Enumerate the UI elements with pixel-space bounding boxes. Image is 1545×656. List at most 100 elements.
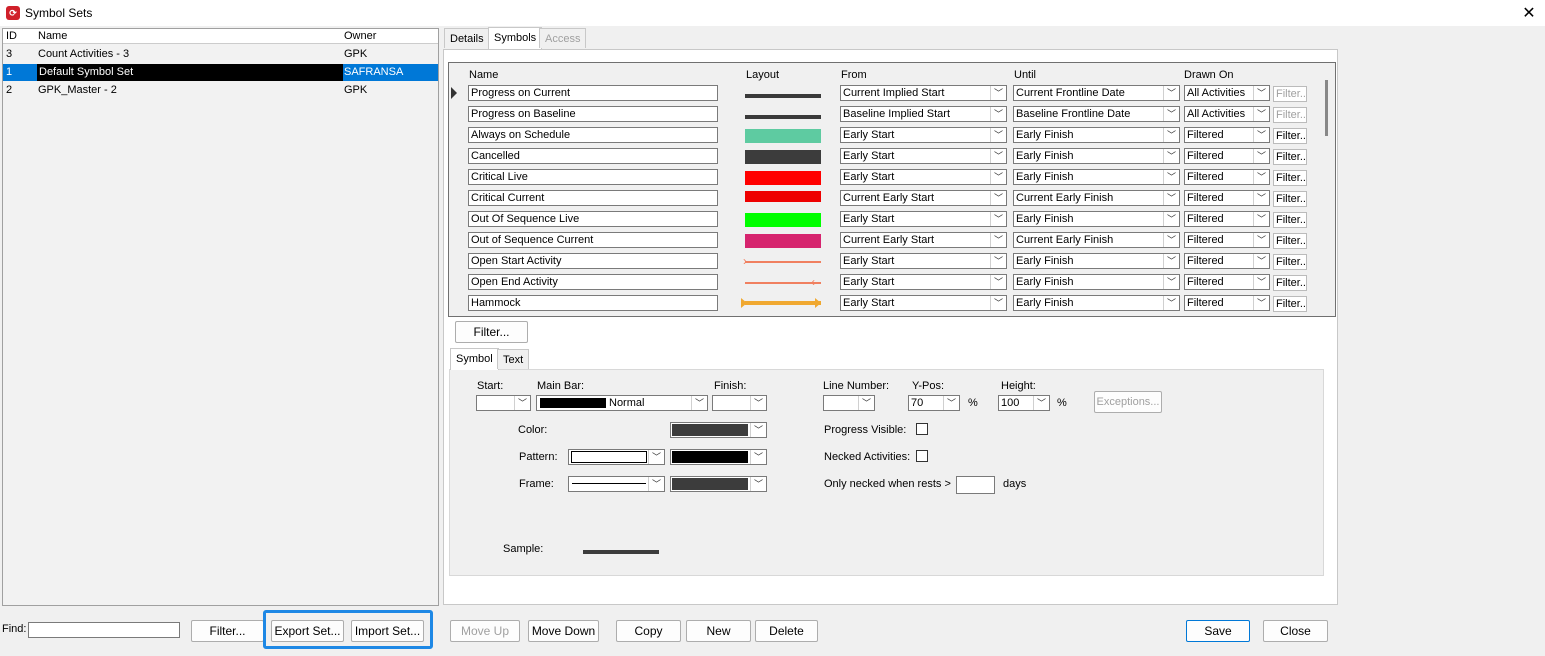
ypos-select[interactable]: 70 ﹀ — [908, 395, 960, 411]
column-header-name[interactable]: Name — [38, 30, 67, 42]
grid-column-until[interactable]: Until — [1014, 69, 1036, 81]
progress-visible-checkbox[interactable] — [916, 423, 928, 435]
copy-button[interactable]: Copy — [616, 620, 681, 642]
finish-select[interactable]: ﹀ — [712, 395, 767, 411]
until-select[interactable]: Early Finish ﹀ — [1013, 148, 1180, 164]
grid-scrollbar-thumb[interactable] — [1325, 80, 1328, 136]
symbol-name-input[interactable]: Always on Schedule — [468, 127, 718, 143]
close-button[interactable]: Close — [1263, 620, 1328, 642]
find-input[interactable] — [28, 622, 180, 638]
drawn-on-select[interactable]: All Activities ﹀ — [1184, 106, 1270, 122]
save-button[interactable]: Save — [1186, 620, 1250, 642]
grid-column-name[interactable]: Name — [469, 69, 498, 81]
from-select[interactable]: Early Start ﹀ — [840, 148, 1007, 164]
set-row[interactable]: 2 GPK_Master - 2 GPK — [3, 82, 438, 99]
necked-rests-input[interactable] — [956, 476, 995, 494]
symbol-row[interactable]: Critical Live Early Start ﹀ Early Finish ﹀ Fi… — [449, 167, 1319, 188]
symbol-name-input[interactable]: Critical Live — [468, 169, 718, 185]
grid-column-from[interactable]: From — [841, 69, 867, 81]
symbol-row[interactable]: Hammock Early Start ﹀ Early Finish ﹀ Filtered… — [449, 293, 1319, 314]
from-select[interactable]: Early Start ﹀ — [840, 127, 1007, 143]
until-select[interactable]: Baseline Frontline Date ﹀ — [1013, 106, 1180, 122]
symbol-name-input[interactable]: Critical Current — [468, 190, 718, 206]
move-down-button[interactable]: Move Down — [528, 620, 599, 642]
row-filter-button[interactable]: Filter... — [1273, 170, 1307, 186]
set-row-selected[interactable]: 1 Default Symbol Set SAFRANSA — [3, 64, 438, 81]
until-select[interactable]: Current Early Finish ﹀ — [1013, 232, 1180, 248]
start-select[interactable]: ﹀ — [476, 395, 531, 411]
from-select[interactable]: Early Start ﹀ — [840, 253, 1007, 269]
from-select[interactable]: Current Early Start ﹀ — [840, 232, 1007, 248]
until-select[interactable]: Early Finish ﹀ — [1013, 127, 1180, 143]
tab-text[interactable]: Text — [497, 349, 530, 369]
symbol-row[interactable]: Out of Sequence Current Current Early Sta… — [449, 230, 1319, 251]
drawn-on-select[interactable]: Filtered ﹀ — [1184, 169, 1270, 185]
drawn-on-select[interactable]: Filtered ﹀ — [1184, 211, 1270, 227]
symbol-row[interactable]: Cancelled Early Start ﹀ Early Finish ﹀ Filter… — [449, 146, 1319, 167]
drawn-on-select[interactable]: Filtered ﹀ — [1184, 190, 1270, 206]
pattern-color-select[interactable]: ﹀ — [670, 449, 767, 465]
symbol-row[interactable]: Progress on Current Current Implied Start… — [449, 83, 1319, 104]
row-filter-button[interactable]: Filter... — [1273, 296, 1307, 312]
column-header-id[interactable]: ID — [6, 30, 17, 42]
symbol-name-input[interactable]: Cancelled — [468, 148, 718, 164]
row-filter-button[interactable]: Filter... — [1273, 275, 1307, 291]
drawn-on-select[interactable]: Filtered ﹀ — [1184, 232, 1270, 248]
row-filter-button[interactable]: Filter... — [1273, 254, 1307, 270]
symbol-row[interactable]: Out Of Sequence Live Early Start ﹀ Early Fi… — [449, 209, 1319, 230]
grid-column-drawn-on[interactable]: Drawn On — [1184, 69, 1234, 81]
symbol-row[interactable]: Always on Schedule Early Start ﹀ Early Fini… — [449, 125, 1319, 146]
filter-button[interactable]: Filter... — [191, 620, 264, 642]
symbol-name-input[interactable]: Out of Sequence Current — [468, 232, 718, 248]
drawn-on-select[interactable]: Filtered ﹀ — [1184, 274, 1270, 290]
grid-column-layout[interactable]: Layout — [746, 69, 779, 81]
until-select[interactable]: Current Frontline Date ﹀ — [1013, 85, 1180, 101]
row-filter-button[interactable]: Filter... — [1273, 191, 1307, 207]
necked-activities-checkbox[interactable] — [916, 450, 928, 462]
symbol-name-input[interactable]: Progress on Current — [468, 85, 718, 101]
main-bar-select[interactable]: Normal ﹀ — [536, 395, 708, 411]
column-header-owner[interactable]: Owner — [344, 30, 376, 42]
frame-select[interactable]: ﹀ — [568, 476, 665, 492]
delete-button[interactable]: Delete — [755, 620, 818, 642]
grid-filter-button[interactable]: Filter... — [455, 321, 528, 343]
pattern-select[interactable]: ﹀ — [568, 449, 665, 465]
symbol-row[interactable]: Open Start Activity › Early Start ﹀ Early Fi… — [449, 251, 1319, 272]
color-select[interactable]: ﹀ — [670, 422, 767, 438]
symbol-row[interactable]: Open End Activity ‹ Early Start ﹀ Early Fini… — [449, 272, 1319, 293]
symbol-name-input[interactable]: Open End Activity — [468, 274, 718, 290]
until-select[interactable]: Early Finish ﹀ — [1013, 295, 1180, 311]
from-select[interactable]: Baseline Implied Start ﹀ — [840, 106, 1007, 122]
close-icon[interactable]: ✕ — [1520, 3, 1538, 23]
drawn-on-select[interactable]: Filtered ﹀ — [1184, 253, 1270, 269]
row-filter-button[interactable]: Filter... — [1273, 128, 1307, 144]
frame-color-select[interactable]: ﹀ — [670, 476, 767, 492]
from-select[interactable]: Current Early Start ﹀ — [840, 190, 1007, 206]
from-select[interactable]: Early Start ﹀ — [840, 211, 1007, 227]
from-select[interactable]: Current Implied Start ﹀ — [840, 85, 1007, 101]
row-filter-button[interactable]: Filter... — [1273, 233, 1307, 249]
set-row[interactable]: 3 Count Activities - 3 GPK — [3, 46, 438, 63]
tab-symbols[interactable]: Symbols — [488, 27, 543, 49]
row-filter-button[interactable]: Filter... — [1273, 149, 1307, 165]
drawn-on-select[interactable]: All Activities ﹀ — [1184, 85, 1270, 101]
height-select[interactable]: 100 ﹀ — [998, 395, 1050, 411]
symbol-name-input[interactable]: Out Of Sequence Live — [468, 211, 718, 227]
symbol-set-list[interactable]: ID Name Owner 3 Count Activities - 3 GPK… — [2, 28, 439, 606]
new-button[interactable]: New — [686, 620, 751, 642]
symbol-name-input[interactable]: Progress on Baseline — [468, 106, 718, 122]
from-select[interactable]: Early Start ﹀ — [840, 274, 1007, 290]
symbol-row[interactable]: Critical Current Current Early Start ﹀ Curr… — [449, 188, 1319, 209]
until-select[interactable]: Early Finish ﹀ — [1013, 274, 1180, 290]
symbol-name-input[interactable]: Open Start Activity — [468, 253, 718, 269]
until-select[interactable]: Current Early Finish ﹀ — [1013, 190, 1180, 206]
from-select[interactable]: Early Start ﹀ — [840, 169, 1007, 185]
until-select[interactable]: Early Finish ﹀ — [1013, 211, 1180, 227]
tab-details[interactable]: Details — [444, 28, 490, 48]
line-number-select[interactable]: ﹀ — [823, 395, 875, 411]
until-select[interactable]: Early Finish ﹀ — [1013, 169, 1180, 185]
drawn-on-select[interactable]: Filtered ﹀ — [1184, 148, 1270, 164]
until-select[interactable]: Early Finish ﹀ — [1013, 253, 1180, 269]
symbol-row[interactable]: Progress on Baseline Baseline Implied Sta… — [449, 104, 1319, 125]
row-filter-button[interactable]: Filter... — [1273, 212, 1307, 228]
